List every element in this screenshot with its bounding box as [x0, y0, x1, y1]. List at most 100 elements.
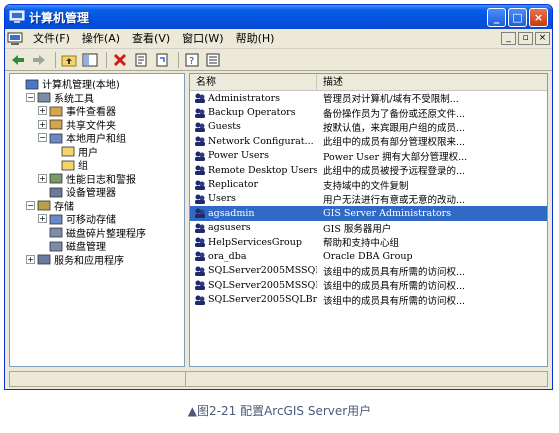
tree-item[interactable]: + 可移动存储 — [10, 212, 184, 226]
tree-item[interactable]: 磁盘碎片整理程序 — [10, 226, 184, 240]
menu-action[interactable]: 操作(A) — [76, 30, 126, 48]
list-row[interactable]: SQLServer2005SQLBr... 该组中的成员具有所需的访问权... — [190, 292, 547, 307]
expand-icon[interactable]: + — [38, 173, 47, 183]
storage-icon — [37, 200, 51, 211]
tree-item[interactable]: − 存储 — [10, 199, 184, 213]
row-name-cell: SQLServer2005MSSQL... — [190, 265, 317, 277]
mmc-icon[interactable] — [7, 32, 23, 46]
group-icon — [195, 251, 205, 262]
list-row[interactable]: Network Configurat... 此组中的成员有部分管理权限来... — [190, 134, 547, 148]
group-name: ora_dba — [208, 250, 247, 262]
tree-item[interactable]: + 事件查看器 — [10, 104, 184, 118]
list-row[interactable]: HelpServicesGroup 帮助和支持中心组 — [190, 235, 547, 249]
details-icon[interactable] — [204, 51, 222, 69]
menu-help[interactable]: 帮助(H) — [230, 30, 281, 48]
group-description: 备份操作员为了备份或还原文件... — [323, 108, 466, 120]
list-row[interactable]: Administrators 管理员对计算机/域有不受限制... — [190, 91, 547, 105]
menu-view[interactable]: 查看(V) — [126, 30, 176, 48]
tree-item-label: 服务和应用程序 — [54, 255, 124, 267]
list-row[interactable]: Remote Desktop Users 此组中的成员被授予远程登录的... — [190, 163, 547, 177]
group-description: 管理员对计算机/域有不受限制... — [323, 94, 459, 106]
close-button[interactable]: × — [529, 7, 548, 27]
group-name: Backup Operators — [208, 107, 296, 119]
column-header-name[interactable]: 名称 — [190, 74, 317, 91]
help-icon[interactable]: ? — [183, 51, 201, 69]
row-name-cell: HelpServicesGroup — [190, 236, 317, 248]
menu-window[interactable]: 窗口(W) — [176, 30, 229, 48]
menu-file[interactable]: 文件(F) — [27, 30, 76, 48]
collapse-icon[interactable]: − — [26, 200, 35, 210]
list-row[interactable]: Backup Operators 备份操作员为了备份或还原文件... — [190, 105, 547, 120]
group-description: Power User 拥有大部分管理权... — [323, 151, 468, 163]
tree-item[interactable]: + 性能日志和警报 — [10, 172, 184, 186]
collapse-icon[interactable]: − — [26, 92, 35, 102]
list-row[interactable]: Guests 按默认值，来宾跟用户组的成员... — [190, 120, 547, 134]
disk-management-icon — [49, 241, 63, 252]
defrag-icon — [49, 227, 63, 238]
toolbar-separator — [178, 51, 179, 68]
list-row[interactable]: SQLServer2005MSSQL... 该组中的成员具有所需的访问权... — [190, 278, 547, 292]
row-name-cell: Replicator — [190, 179, 317, 191]
list-row[interactable]: agsusers GIS 服务器用户 — [190, 221, 547, 235]
tree-item[interactable]: 组 — [10, 158, 184, 172]
minimize-button[interactable]: _ — [487, 7, 506, 27]
column-header-description[interactable]: 描述 — [317, 74, 547, 91]
properties-icon[interactable] — [132, 51, 150, 69]
tree-item[interactable]: 计算机管理(本地) — [10, 77, 184, 91]
shared-folder-icon — [49, 119, 63, 130]
tree-item[interactable]: − 系统工具 — [10, 91, 184, 105]
group-icon — [195, 180, 205, 190]
expand-icon[interactable]: + — [26, 254, 35, 264]
forward-icon[interactable] — [30, 51, 48, 69]
group-icon — [195, 165, 205, 176]
tree-item[interactable]: − 本地用户和组 — [10, 131, 184, 145]
expand-icon[interactable]: + — [38, 119, 47, 129]
list-row[interactable]: ora_dba Oracle DBA Group — [190, 249, 547, 263]
export-icon[interactable] — [153, 51, 171, 69]
expand-icon[interactable]: + — [38, 214, 47, 224]
title-bar[interactable]: 计算机管理 _ □ × — [5, 5, 552, 29]
mdi-minimize-button[interactable]: _ — [501, 32, 516, 45]
group-icon — [195, 93, 205, 104]
mdi-close-button[interactable]: × — [535, 32, 550, 45]
tree-item[interactable]: 设备管理器 — [10, 185, 184, 199]
row-name-cell: Backup Operators — [190, 107, 317, 119]
list-row[interactable]: Replicator 支持域中的文件复制 — [190, 177, 547, 192]
users-groups-icon — [49, 133, 63, 144]
group-name: SQLServer2005SQLBr... — [208, 294, 317, 306]
group-name: Replicator — [208, 179, 258, 191]
status-segment — [10, 372, 186, 386]
show-tree-icon[interactable] — [81, 51, 99, 69]
group-description: 该组中的成员具有所需的访问权... — [323, 266, 466, 278]
maximize-button[interactable]: □ — [508, 7, 527, 27]
services-icon — [37, 254, 51, 265]
list-row[interactable]: Users 用户无法进行有意或无意的改动... — [190, 192, 547, 206]
list-row[interactable]: Power Users Power User 拥有大部分管理权... — [190, 149, 547, 163]
tree-item[interactable]: 用户 — [10, 145, 184, 159]
window-title: 计算机管理 — [29, 10, 90, 25]
collapse-icon[interactable]: − — [38, 133, 47, 143]
group-icon — [195, 194, 205, 204]
group-description: Oracle DBA Group — [323, 250, 413, 262]
group-icon — [195, 295, 205, 305]
group-list: Administrators 管理员对计算机/域有不受限制... Backup Op… — [190, 91, 547, 307]
tree-item[interactable]: 磁盘管理 — [10, 239, 184, 253]
delete-icon[interactable] — [111, 51, 129, 69]
up-folder-icon[interactable] — [60, 51, 78, 69]
row-name-cell: SQLServer2005MSSQL... — [190, 279, 317, 291]
tree-item[interactable]: + 服务和应用程序 — [10, 253, 184, 267]
list-row[interactable]: SQLServer2005MSSQL... 该组中的成员具有所需的访问权... — [190, 264, 547, 278]
group-description: 用户无法进行有意或无意的改动... — [323, 194, 466, 206]
console-tree[interactable]: 计算机管理(本地) − 系统工具 + 事件查看器 + 共享文件夹 − 本地用户和组 用户组 + 性能日… — [9, 73, 185, 367]
group-description: GIS 服务器用户 — [323, 223, 392, 235]
computer-management-window: 计算机管理 _ □ × 文件(F) 操作(A) 查看(V) 窗口(W) 帮助(H… — [4, 4, 553, 390]
mdi-restore-button[interactable]: ▫ — [518, 32, 533, 45]
tree-item[interactable]: + 共享文件夹 — [10, 118, 184, 132]
folder-icon — [61, 146, 75, 157]
group-icon — [195, 122, 205, 132]
row-name-cell: SQLServer2005SQLBr... — [190, 294, 317, 306]
expand-icon[interactable]: + — [38, 106, 47, 116]
back-icon[interactable] — [9, 51, 27, 69]
list-row[interactable]: agsadmin GIS Server Administrators — [190, 206, 547, 221]
removable-storage-icon — [49, 214, 63, 225]
